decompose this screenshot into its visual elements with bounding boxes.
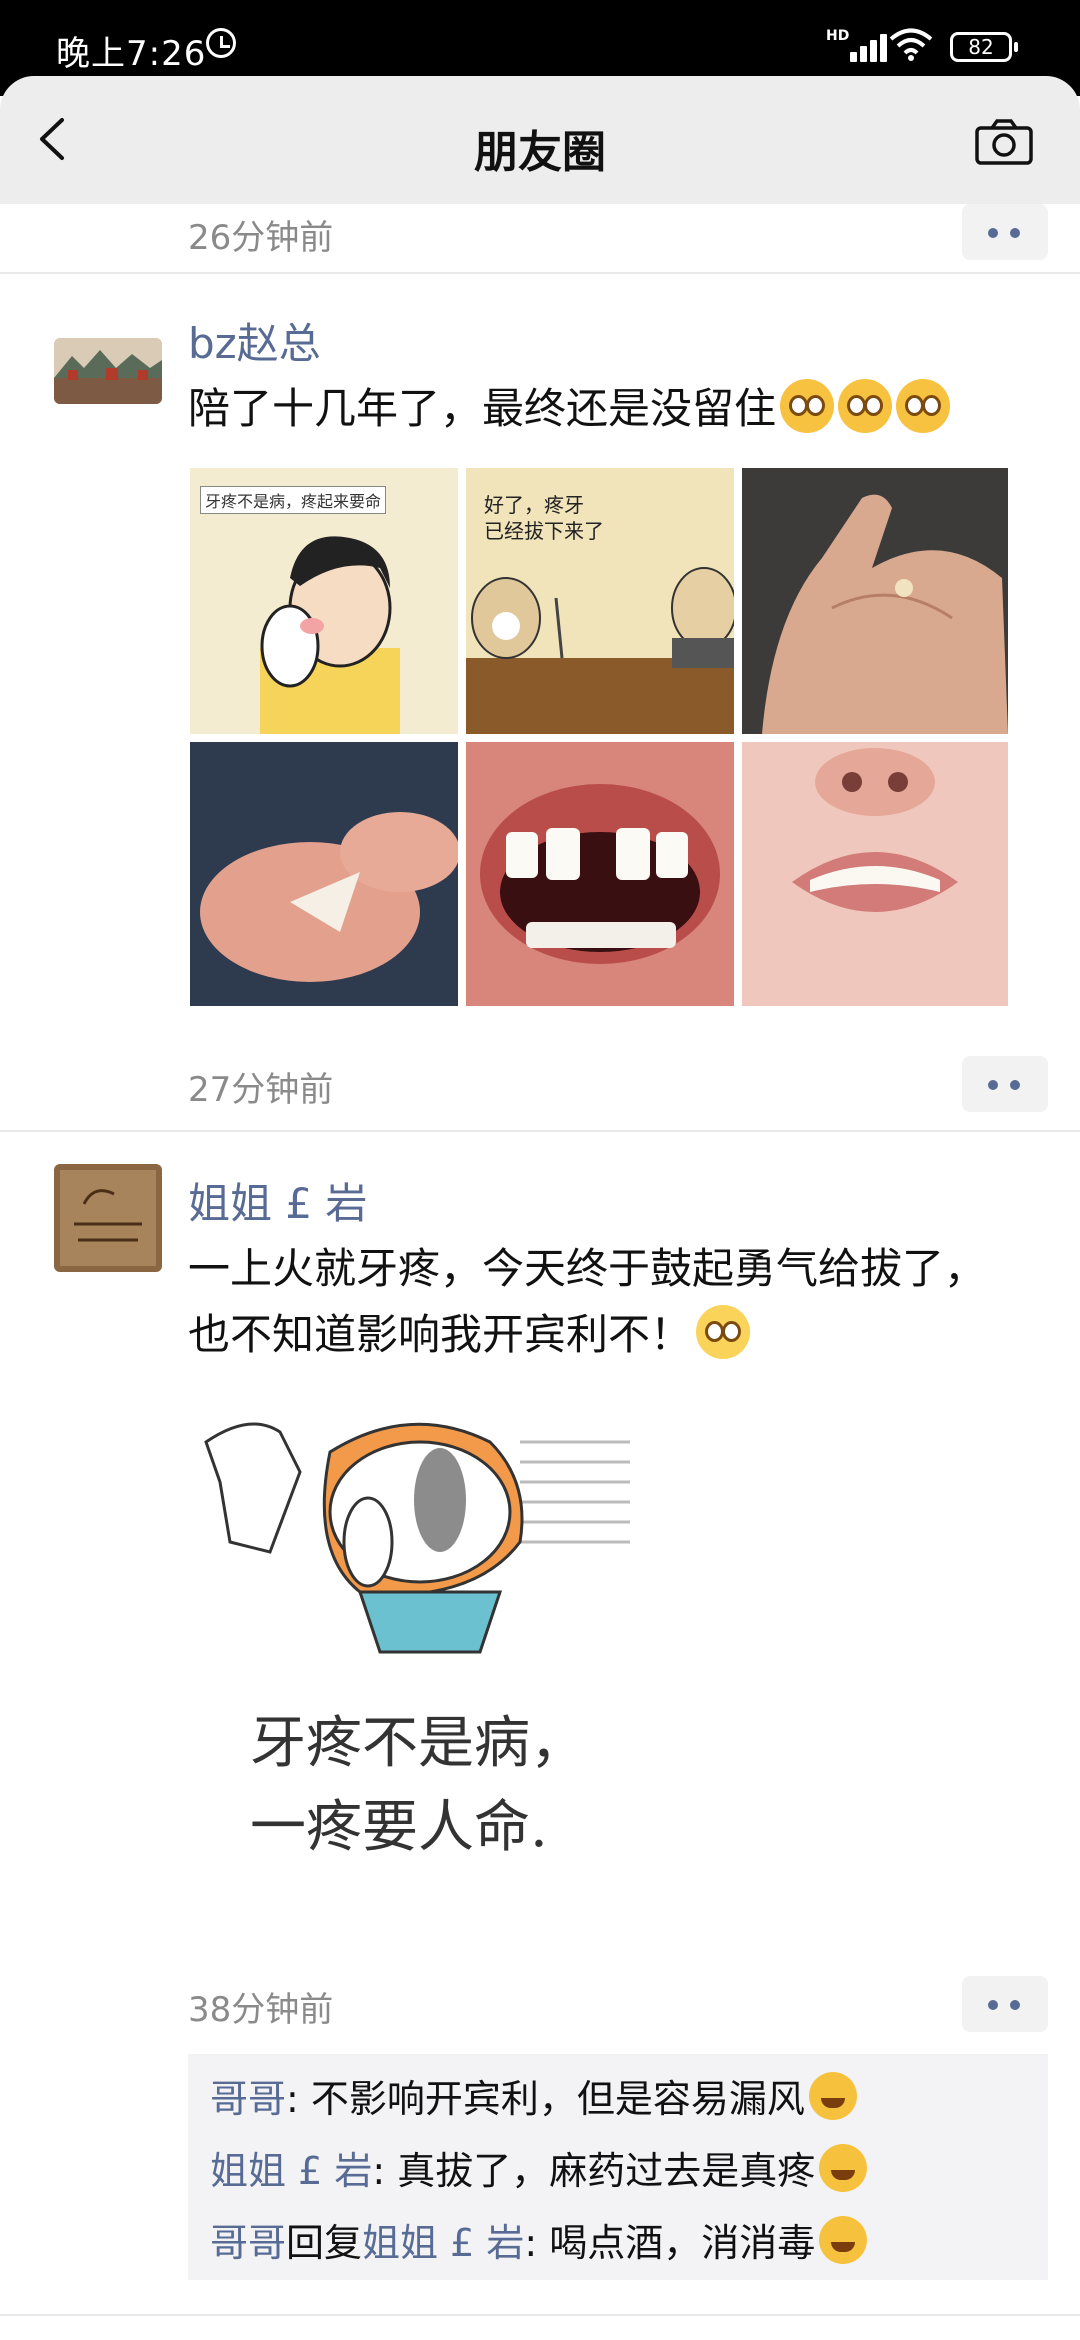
laughing-crying-emoji-icon (808, 2072, 857, 2120)
post-text: 陪了十几年了，最终还是没留住 (188, 376, 1048, 442)
post-photo[interactable] (190, 742, 458, 1006)
post-photo[interactable] (742, 468, 1008, 734)
battery-icon: 82 (950, 32, 1018, 62)
comment-item[interactable]: 哥哥: 不影响开宾利，但是容易漏风 (210, 2068, 857, 2123)
pleading-face-emoji-icon (896, 379, 951, 433)
post-photo[interactable]: 牙疼不是病，疼起来要命 (190, 468, 458, 734)
avatar[interactable] (54, 1164, 162, 1272)
post-text-body: 陪了十几年了，最终还是没留住 (188, 384, 777, 433)
comments-section: 哥哥: 不影响开宾利，但是容易漏风 姐姐 £ 岩: 真拔了，麻药过去是真疼 哥哥… (188, 2054, 1048, 2280)
reply-to-author[interactable]: 姐姐 £ 岩 (362, 2221, 524, 2265)
more-options-button[interactable] (962, 1056, 1048, 1112)
post-timestamp: 26分钟前 (188, 218, 334, 258)
comment-text: 喝点酒，消消毒 (549, 2221, 816, 2265)
comment-item[interactable]: 姐姐 £ 岩: 真拔了，麻药过去是真疼 (210, 2140, 868, 2195)
post-divider (0, 1130, 1080, 1132)
post-text: 一上火就牙疼，今天终于鼓起勇气给拔了， 也不知道影响我开宾利不！ (188, 1236, 1048, 1368)
image-caption: 牙疼不是病， (250, 1711, 586, 1776)
thinking-face-emoji-icon (696, 1305, 751, 1359)
page-title: 朋友圈 (474, 127, 606, 178)
pleading-face-emoji-icon (780, 379, 835, 433)
laughing-crying-emoji-icon (819, 2144, 868, 2192)
post-timestamp: 38分钟前 (188, 1990, 334, 2030)
post-footer: 27分钟前 (0, 1052, 1080, 1116)
nav-bar: 朋友圈 (0, 76, 1080, 204)
pleading-face-emoji-icon (838, 379, 893, 433)
post-divider (0, 272, 1080, 274)
laughing-crying-emoji-icon (819, 2216, 868, 2264)
comment-text: 真拔了，麻药过去是真疼 (397, 2149, 816, 2193)
more-options-button[interactable] (962, 1976, 1048, 2032)
status-time: 晚上7:26 (56, 34, 207, 74)
camera-icon[interactable] (974, 118, 1034, 166)
post-photo[interactable] (466, 742, 734, 1006)
image-caption: 一疼要人命. (250, 1795, 548, 1860)
post-footer: 38分钟前 (0, 1972, 1080, 2036)
avatar[interactable] (54, 338, 162, 404)
wifi-icon (889, 28, 933, 61)
comment-author[interactable]: 哥哥 (210, 2221, 286, 2265)
comment-author[interactable]: 姐姐 £ 岩 (210, 2149, 372, 2193)
alarm-icon (206, 28, 236, 58)
post-photo[interactable]: 好了，疼牙 已经拔下来了 (466, 468, 734, 734)
post-timestamp: 27分钟前 (188, 1070, 334, 1110)
reply-label: 回复 (286, 2221, 363, 2265)
more-options-button[interactable] (962, 204, 1048, 260)
post-photo[interactable]: 牙疼不是病， 一疼要人命. (190, 1392, 654, 1926)
comment-item[interactable]: 哥哥回复姐姐 £ 岩: 喝点酒，消消毒 (210, 2212, 868, 2267)
post-author[interactable]: bz赵总 (188, 310, 321, 371)
post-text-line: 一上火就牙疼，今天终于鼓起勇气给拔了， (188, 1244, 987, 1293)
post-author[interactable]: 姐姐 £ 岩 (188, 1170, 367, 1231)
post-divider (0, 2314, 1080, 2316)
post-photo[interactable] (742, 742, 1008, 1006)
comment-author[interactable]: 哥哥 (210, 2077, 286, 2121)
prev-post-footer: 26分钟前 (0, 200, 1080, 264)
comment-text: 不影响开宾利，但是容易漏风 (310, 2077, 805, 2121)
post-text-line: 也不知道影响我开宾利不！ (188, 1302, 1048, 1368)
